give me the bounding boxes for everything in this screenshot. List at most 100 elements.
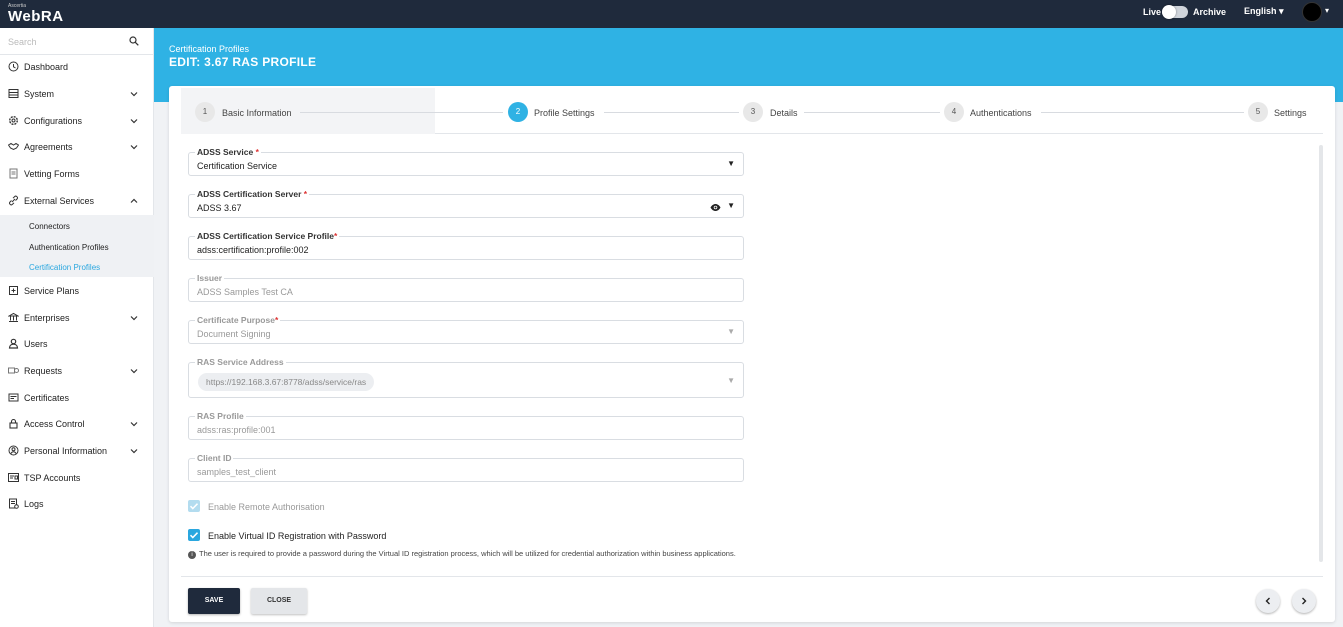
sidebar-item-label: Certificates xyxy=(24,393,70,403)
sidebar-item-label: Dashboard xyxy=(24,62,69,72)
person-circle-icon xyxy=(8,445,19,456)
user-icon xyxy=(8,338,19,349)
virtual-id-label[interactable]: Enable Virtual ID Registration with Pass… xyxy=(208,531,386,541)
field-label: Certificate Purpose* xyxy=(195,315,281,325)
adss-server-select[interactable]: ADSS Certification Server * ADSS 3.67 ▼ xyxy=(188,189,744,218)
step-5-number[interactable]: 5 xyxy=(1248,102,1268,122)
sidebar-item-label: Personal Information xyxy=(24,446,108,456)
field-label: Issuer xyxy=(195,273,225,283)
search-icon[interactable] xyxy=(129,36,139,46)
chevron-down-icon[interactable] xyxy=(129,446,139,456)
sidebar-item-system[interactable]: System xyxy=(0,81,154,107)
chevron-right-icon xyxy=(1302,597,1307,605)
chevron-up-icon[interactable] xyxy=(129,196,139,206)
step-5-label[interactable]: Settings xyxy=(1274,108,1307,118)
dropdown-caret-icon[interactable]: ▼ xyxy=(727,159,735,168)
chevron-left-icon xyxy=(1265,597,1270,605)
step-connector xyxy=(604,112,739,113)
field-value: Certification Service xyxy=(197,161,278,171)
language-selector[interactable]: English ▾ xyxy=(1244,6,1284,17)
eye-icon[interactable] xyxy=(710,202,721,213)
form-icon xyxy=(9,168,18,179)
ras-service-address-select: RAS Service Address https://192.168.3.67… xyxy=(188,357,744,398)
issuer-field: Issuer ADSS Samples Test CA xyxy=(188,273,744,302)
step-1-number[interactable]: 1 xyxy=(195,102,215,122)
info-icon: i xyxy=(188,551,196,559)
sidebar-item-requests[interactable]: Requests xyxy=(0,358,154,384)
sidebar-item-external-services[interactable]: External Services xyxy=(0,188,154,214)
chevron-down-icon[interactable] xyxy=(129,116,139,126)
sidebar-subitem-connectors[interactable]: Connectors xyxy=(29,222,70,231)
step-3-label[interactable]: Details xyxy=(770,108,798,118)
chevron-down-icon[interactable] xyxy=(129,142,139,152)
check-icon xyxy=(189,503,199,510)
sidebar-item-label: Logs xyxy=(24,499,44,509)
sidebar-item-vetting-forms[interactable]: Vetting Forms xyxy=(0,161,154,187)
logo-title: WebRA xyxy=(8,8,64,25)
sidebar-subitem-authentication-profiles[interactable]: Authentication Profiles xyxy=(29,243,109,252)
chevron-down-icon[interactable] xyxy=(129,419,139,429)
step-4-label[interactable]: Authentications xyxy=(970,108,1032,118)
sidebar-item-configurations[interactable]: Configurations xyxy=(0,108,154,134)
field-label: ADSS Certification Server * xyxy=(195,189,310,199)
logs-icon xyxy=(9,498,19,509)
chevron-down-icon[interactable] xyxy=(129,89,139,99)
sidebar-item-users[interactable]: Users xyxy=(0,331,154,357)
sidebar-item-agreements[interactable]: Agreements xyxy=(0,134,154,160)
sidebar-item-enterprises[interactable]: Enterprises xyxy=(0,305,154,331)
save-button[interactable]: SAVE xyxy=(188,588,240,614)
step-1-label[interactable]: Basic Information xyxy=(222,108,292,118)
sidebar-item-dashboard[interactable]: Dashboard xyxy=(0,54,154,80)
field-value: adss:certification:profile:002 xyxy=(197,245,309,255)
step-4-number[interactable]: 4 xyxy=(944,102,964,122)
search-input[interactable]: Search xyxy=(8,37,37,47)
close-button[interactable]: CLOSE xyxy=(251,588,307,614)
step-3-number[interactable]: 3 xyxy=(743,102,763,122)
field-value: adss:ras:profile:001 xyxy=(197,425,276,435)
avatar[interactable] xyxy=(1302,2,1322,22)
sidebar-item-label: Users xyxy=(24,339,48,349)
next-step-button[interactable] xyxy=(1292,589,1316,613)
chevron-down-icon[interactable] xyxy=(129,313,139,323)
remote-authorisation-label: Enable Remote Authorisation xyxy=(208,502,325,512)
info-note: i The user is required to provide a passw… xyxy=(188,548,748,559)
link-icon xyxy=(9,195,18,206)
server-icon xyxy=(8,89,19,98)
sidebar-item-certificates[interactable]: Certificates xyxy=(0,385,154,411)
step-2-number[interactable]: 2 xyxy=(508,102,528,122)
live-label: Live xyxy=(1143,7,1162,17)
field-label: RAS Service Address xyxy=(195,357,286,367)
sidebar-item-tsp-accounts[interactable]: TSP Accounts xyxy=(0,465,154,491)
ras-profile-field: RAS Profile adss:ras:profile:001 xyxy=(188,411,744,440)
id-card-icon xyxy=(8,473,19,482)
field-value: ADSS 3.67 xyxy=(197,203,242,213)
avatar-dropdown-icon[interactable]: ▾ xyxy=(1325,6,1329,15)
sidebar-item-label: TSP Accounts xyxy=(24,473,81,483)
service-profile-field[interactable]: ADSS Certification Service Profile* adss… xyxy=(188,231,744,260)
virtual-id-checkbox[interactable] xyxy=(188,529,200,541)
dropdown-caret-icon: ▼ xyxy=(727,327,735,336)
chevron-down-icon[interactable] xyxy=(129,366,139,376)
form-scrollbar[interactable] xyxy=(1319,145,1323,562)
sidebar-search[interactable]: Search xyxy=(0,28,154,55)
live-archive-toggle[interactable] xyxy=(1162,5,1188,19)
step-2-label[interactable]: Profile Settings xyxy=(534,108,595,118)
sidebar-item-logs[interactable]: Logs xyxy=(0,491,154,517)
webra-logo[interactable]: Ascertia WebRA xyxy=(8,3,64,25)
sidebar-item-personal-information[interactable]: Personal Information xyxy=(0,438,154,464)
field-label: ADSS Certification Service Profile* xyxy=(195,231,340,241)
sidebar-item-access-control[interactable]: Access Control xyxy=(0,411,154,437)
dropdown-caret-icon[interactable]: ▼ xyxy=(727,201,735,210)
toggle-knob xyxy=(1162,5,1176,19)
page-title: EDIT: 3.67 RAS PROFILE xyxy=(169,55,317,69)
breadcrumb[interactable]: Certification Profiles xyxy=(169,44,249,54)
field-value: samples_test_client xyxy=(197,467,277,477)
bank-icon xyxy=(8,312,19,322)
client-id-field: Client ID samples_test_client xyxy=(188,453,744,482)
previous-step-button[interactable] xyxy=(1256,589,1280,613)
adss-service-select[interactable]: ADSS Service * Certification Service ▼ xyxy=(188,147,744,176)
sidebar-item-service-plans[interactable]: Service Plans xyxy=(0,278,154,304)
sidebar-subitem-certification-profiles[interactable]: Certification Profiles xyxy=(29,263,100,272)
info-note-text: The user is required to provide a passwo… xyxy=(199,549,736,558)
sidebar-item-label: Agreements xyxy=(24,142,73,152)
